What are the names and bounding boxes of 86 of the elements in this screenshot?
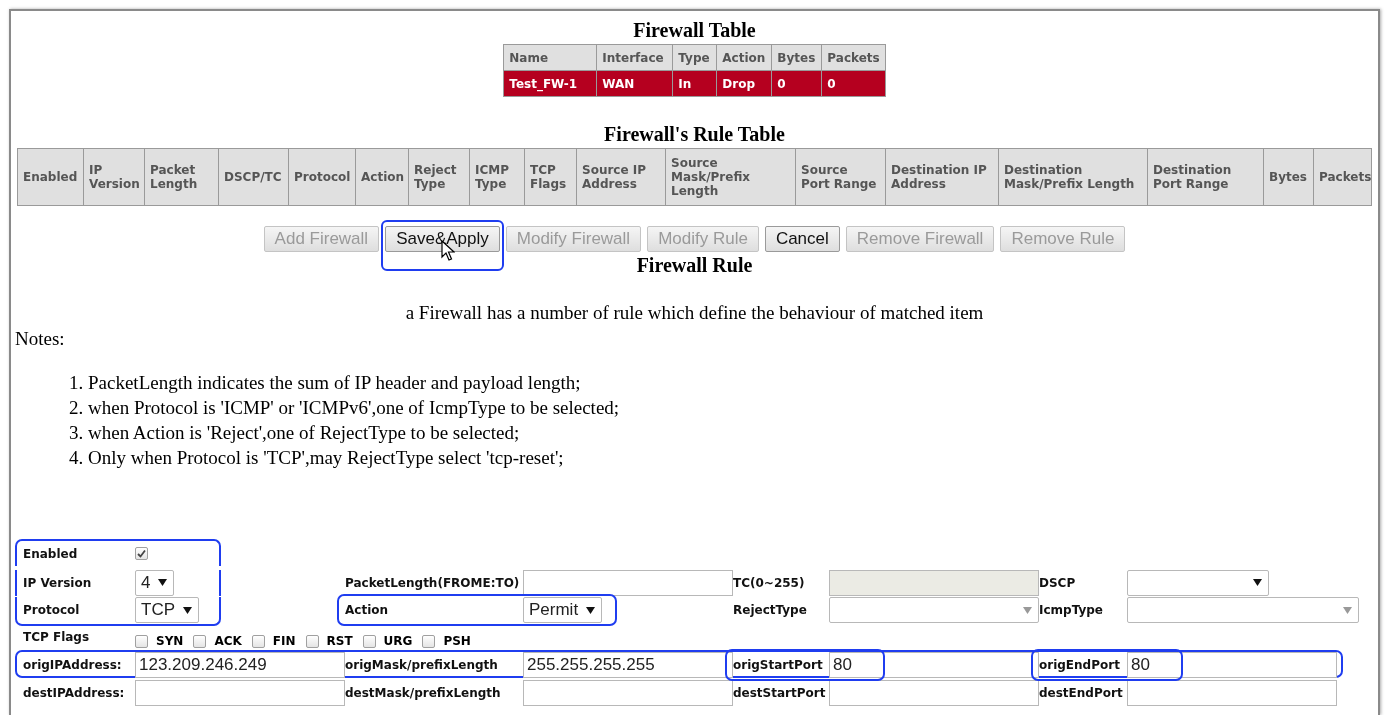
text-field[interactable]: 123.209.246.249 bbox=[135, 652, 345, 679]
field-label: destEndPort bbox=[1039, 685, 1124, 700]
column-header: Destination Mask/Prefix Length bbox=[998, 148, 1148, 206]
field-label: PacketLength(FROME:TO) bbox=[345, 575, 521, 590]
notes-label: Notes: bbox=[15, 328, 66, 350]
field-label: origMask/prefixLength bbox=[345, 658, 499, 673]
field-label: origEndPort bbox=[1039, 658, 1121, 673]
column-header: Enabled bbox=[17, 148, 84, 206]
checkbox[interactable] bbox=[362, 634, 376, 648]
field-label: Action bbox=[345, 603, 390, 618]
field-label: origStartPort bbox=[733, 658, 824, 673]
dropdown-caret-icon bbox=[158, 579, 168, 587]
field-label: TCP Flags bbox=[23, 629, 91, 644]
column-header: Destination Port Range bbox=[1147, 148, 1264, 206]
column-header: Packets bbox=[821, 44, 886, 71]
column-header: Source IP Address bbox=[576, 148, 666, 206]
note-item: 2. when Protocol is 'ICMP' or 'ICMPv6',one of IcmpType to be selected; bbox=[69, 396, 621, 420]
column-header: Bytes bbox=[1263, 148, 1314, 206]
note-item: 3. when Action is 'Reject',one of RejectType to be selected; bbox=[69, 421, 521, 445]
field-label: origIPAddress: bbox=[23, 658, 123, 673]
column-header: TCP Flags bbox=[524, 148, 577, 206]
column-header: Source Mask/Prefix Length bbox=[665, 148, 796, 206]
text-field[interactable] bbox=[135, 679, 345, 706]
column-header: Name bbox=[503, 44, 597, 71]
dropdown-caret-icon bbox=[1343, 606, 1352, 614]
field-label: destMask/prefixLength bbox=[345, 685, 502, 700]
dropdown-caret-icon bbox=[586, 606, 596, 614]
section-title: Firewall's Rule Table bbox=[604, 123, 785, 145]
dropdown-select[interactable]: TCP bbox=[135, 597, 199, 624]
text-field[interactable] bbox=[1127, 679, 1337, 706]
checkbox[interactable] bbox=[193, 634, 207, 648]
column-header: DSCP/TC bbox=[218, 148, 289, 206]
checkbox[interactable] bbox=[135, 634, 148, 648]
action-button[interactable]: Cancel bbox=[764, 226, 840, 252]
column-header: ICMP Type bbox=[469, 148, 525, 206]
text-field[interactable]: 80 bbox=[829, 652, 1039, 679]
note-item: 4. Only when Protocol is 'TCP',may RejectType select 'tcp-reset'; bbox=[69, 446, 565, 470]
dropdown-select[interactable] bbox=[1127, 569, 1269, 596]
section-title: Firewall Table bbox=[633, 19, 756, 41]
field-label: TC(0~255) bbox=[733, 575, 806, 590]
note-item: 1. PacketLength indicates the sum of IP header and payload length; bbox=[69, 371, 582, 395]
checkbox[interactable] bbox=[305, 634, 319, 648]
description-text: a Firewall has a number of rule which define the behaviour of matched item bbox=[405, 302, 984, 324]
text-field[interactable]: 255.255.255.255 bbox=[523, 652, 733, 679]
column-header: Reject Type bbox=[408, 148, 470, 206]
column-header: Action bbox=[716, 44, 772, 71]
text-field[interactable] bbox=[523, 679, 733, 706]
dropdown-caret-icon bbox=[1023, 606, 1032, 614]
column-header: Destination IP Address bbox=[885, 148, 999, 206]
text-field[interactable] bbox=[523, 569, 733, 596]
column-header: Packets bbox=[1313, 148, 1372, 206]
flag-label: FIN bbox=[272, 633, 296, 648]
column-header: Interface bbox=[596, 44, 673, 71]
flag-label: PSH bbox=[443, 633, 471, 648]
field-label: Enabled bbox=[23, 546, 79, 561]
text-field[interactable]: 80 bbox=[1127, 652, 1337, 679]
action-button[interactable]: Save&Apply bbox=[385, 226, 500, 252]
dropdown-caret-icon bbox=[1253, 579, 1262, 587]
column-header: Type bbox=[672, 44, 717, 71]
field-label: destIPAddress: bbox=[23, 685, 126, 700]
dropdown-caret-icon bbox=[183, 606, 192, 614]
field-label: Protocol bbox=[23, 603, 81, 618]
column-header: Bytes bbox=[771, 44, 822, 71]
field-label: destStartPort bbox=[733, 685, 827, 700]
section-title: Firewall Rule bbox=[636, 254, 753, 276]
flag-label: SYN bbox=[156, 633, 184, 648]
column-header: Protocol bbox=[288, 148, 356, 206]
table-cell[interactable]: Test_FW-1 bbox=[503, 70, 597, 97]
column-header: Packet Length bbox=[144, 148, 219, 206]
flag-label: RST bbox=[326, 633, 353, 648]
dropdown-select[interactable]: Permit bbox=[523, 597, 603, 624]
column-header: Action bbox=[355, 148, 409, 206]
checkbox[interactable] bbox=[422, 634, 436, 648]
text-field[interactable] bbox=[829, 679, 1039, 706]
table-cell[interactable]: WAN bbox=[596, 70, 673, 97]
flag-label: URG bbox=[383, 633, 413, 648]
dropdown-select[interactable]: 4 bbox=[135, 569, 175, 596]
field-label: DSCP bbox=[1039, 575, 1077, 590]
field-label: RejectType bbox=[733, 603, 808, 618]
field-label: IP Version bbox=[23, 575, 93, 590]
column-header: IP Version bbox=[83, 148, 145, 206]
flag-label: ACK bbox=[214, 633, 242, 648]
checkbox[interactable] bbox=[251, 634, 265, 648]
checkbox[interactable] bbox=[135, 547, 148, 561]
column-header: Source Port Range bbox=[795, 148, 886, 206]
field-label: IcmpType bbox=[1039, 603, 1104, 618]
